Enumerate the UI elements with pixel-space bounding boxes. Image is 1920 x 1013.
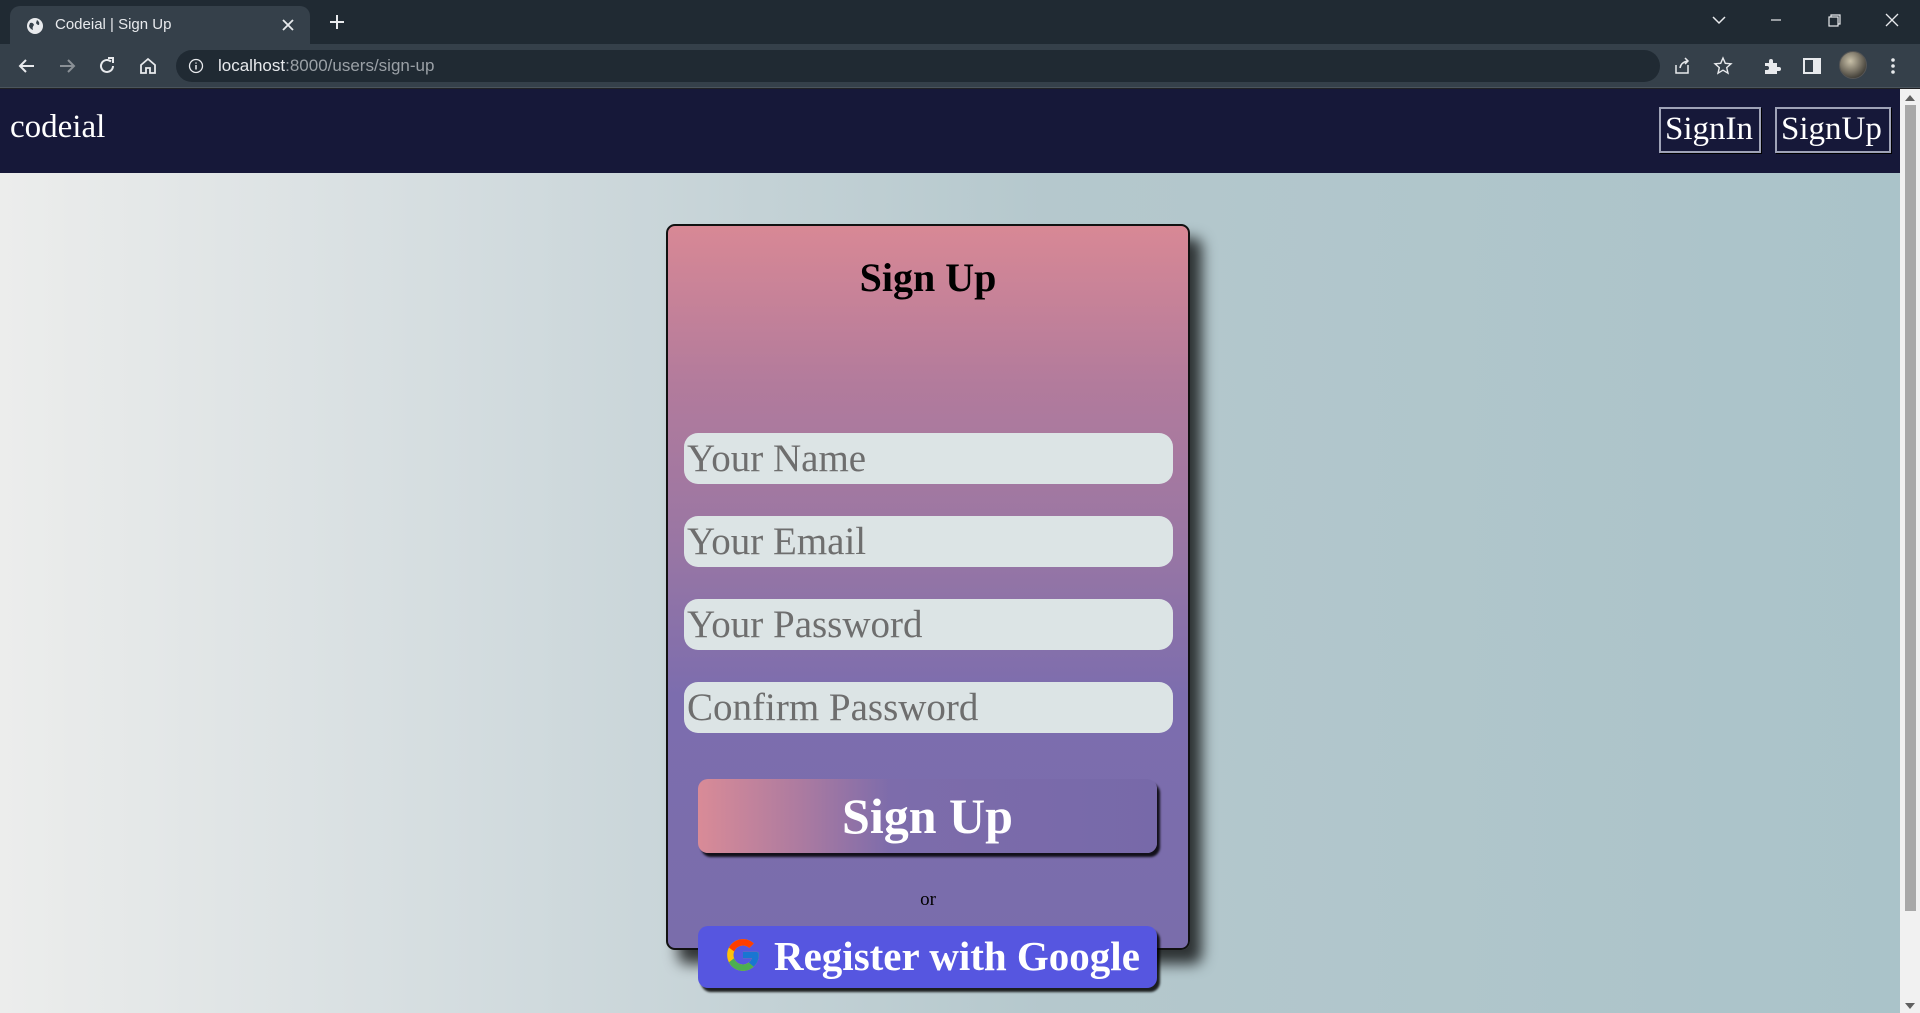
browser-toolbar: localhost:8000/users/sign-up: [0, 44, 1920, 88]
email-field[interactable]: [684, 516, 1173, 567]
tab-title: Codeial | Sign Up: [55, 16, 172, 33]
brand-logo[interactable]: codeial: [10, 109, 105, 146]
browser-tab[interactable]: Codeial | Sign Up: [10, 6, 310, 44]
chevron-down-icon[interactable]: [1705, 8, 1733, 32]
info-icon[interactable]: [188, 58, 204, 74]
page-viewport: codeial SignIn SignUp Sign Up Sign Up or…: [0, 89, 1900, 1013]
signup-submit-button[interactable]: Sign Up: [698, 779, 1157, 853]
globe-icon: [27, 18, 43, 34]
minimize-icon[interactable]: [1762, 8, 1790, 32]
url-path: :8000/users/sign-up: [285, 56, 435, 75]
tab-strip: Codeial | Sign Up: [0, 0, 1920, 44]
name-field[interactable]: [684, 433, 1173, 484]
signup-card: Sign Up Sign Up or Register with Google: [666, 224, 1190, 988]
home-icon[interactable]: [137, 55, 159, 77]
forward-icon[interactable]: [56, 55, 78, 77]
form-title: Sign Up: [859, 255, 997, 300]
scroll-down-arrow-icon[interactable]: [1905, 1003, 1915, 1009]
confirm-password-field[interactable]: [684, 682, 1173, 733]
url-text: localhost:8000/users/sign-up: [218, 56, 434, 76]
menu-icon[interactable]: [1882, 55, 1904, 77]
window-close-icon[interactable]: [1878, 8, 1906, 32]
site-navbar: codeial SignIn SignUp: [0, 89, 1900, 173]
signup-link[interactable]: SignUp: [1775, 107, 1891, 153]
url-host: localhost: [218, 56, 286, 75]
share-icon[interactable]: [1672, 56, 1692, 76]
star-icon[interactable]: [1713, 56, 1733, 76]
plus-icon[interactable]: [325, 10, 349, 34]
profile-avatar[interactable]: [1839, 51, 1867, 79]
restore-icon[interactable]: [1820, 8, 1848, 32]
or-separator: or: [920, 889, 936, 910]
google-register-button[interactable]: Register with Google: [698, 926, 1157, 988]
reload-icon[interactable]: [96, 55, 118, 77]
google-icon: [727, 939, 759, 971]
scrollbar-thumb[interactable]: [1905, 105, 1916, 911]
page-scrollbar[interactable]: [1900, 89, 1920, 1013]
signin-link[interactable]: SignIn: [1659, 107, 1761, 153]
side-panel-icon[interactable]: [1801, 55, 1823, 77]
password-field[interactable]: [684, 599, 1173, 650]
scroll-up-arrow-icon[interactable]: [1905, 95, 1915, 101]
back-icon[interactable]: [16, 55, 38, 77]
address-bar[interactable]: localhost:8000/users/sign-up: [176, 50, 1733, 82]
google-register-label: Register with Google: [774, 933, 1140, 979]
extensions-icon[interactable]: [1761, 55, 1783, 77]
close-icon[interactable]: [278, 15, 298, 35]
